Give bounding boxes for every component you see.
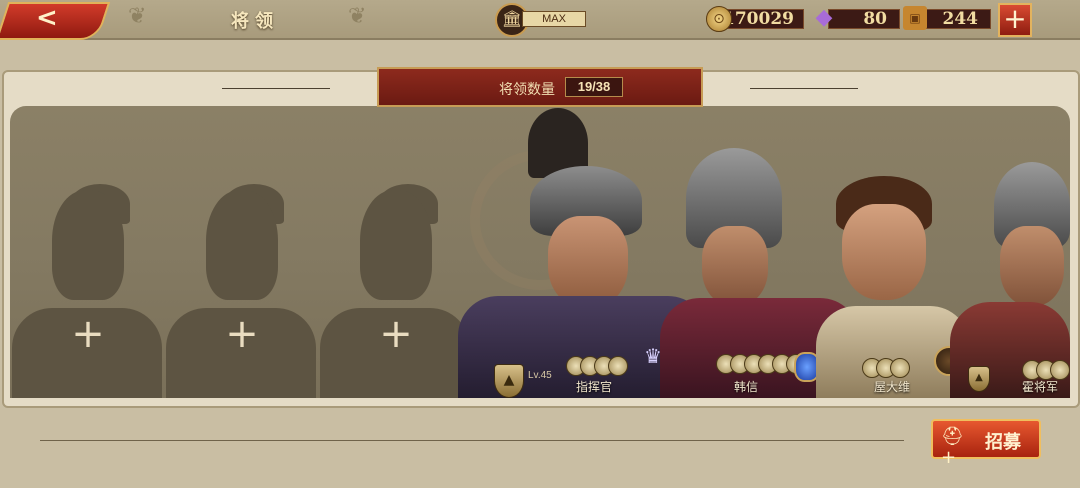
general-name: 韩信 [734, 380, 759, 394]
general-name: 指挥官 [576, 380, 613, 394]
roster-panel: + + + ▲ Lv.45 ♛ 指挥官 韩信 屋大维 ▲ 霍将军 [10, 106, 1070, 398]
gem-icon: ◆ [815, 5, 833, 30]
helmet-plus-icon: ⛑+ [941, 426, 964, 468]
recruit-label: 招募 [985, 432, 1021, 453]
general-count-value: 19/38 [565, 77, 623, 97]
star-coins [566, 356, 628, 378]
general-card-huo[interactable]: ▲ 霍将军 [950, 162, 1070, 398]
silhouette-head [52, 190, 124, 300]
recruit-button[interactable]: ⛑+ 招募 [931, 419, 1041, 468]
crate-icon: ▣ [903, 6, 927, 30]
divider-left [222, 88, 330, 89]
general-count-label: 将领数量 [499, 81, 555, 97]
general-face [842, 204, 926, 300]
add-general-icon[interactable]: + [222, 314, 262, 354]
gold-value: 170029 [722, 9, 804, 29]
general-name: 屋大维 [874, 380, 911, 394]
silhouette-head [360, 190, 432, 300]
crate-value: 244 [919, 9, 991, 29]
empty-slot-2[interactable]: + [166, 184, 316, 398]
top-bar: < ❦ 将领 ❦ 🏛 MAX ⊙ 170029 ◆ 80 ▣ 244 + [0, 0, 1080, 40]
bottom-divider [40, 440, 904, 441]
divider-right [750, 88, 858, 89]
laurel-right-icon: ❦ [348, 4, 367, 29]
gold-resource: ⊙ 170029 [706, 6, 804, 32]
add-general-icon[interactable]: + [376, 314, 416, 354]
star-coins [862, 358, 910, 380]
add-general-icon[interactable]: + [68, 314, 108, 354]
crate-resource: ▣ 244 [903, 6, 991, 30]
general-face [1000, 226, 1064, 306]
rank-shield-icon: ▲ [494, 364, 524, 398]
general-name: 霍将军 [1022, 380, 1059, 394]
coin-icon: ⊙ [706, 6, 732, 32]
general-card-octavian[interactable]: 屋大维 [810, 176, 970, 398]
general-count-banner: 将领数量 19/38 [377, 67, 703, 107]
star-coins [716, 354, 806, 376]
gem-resource: ◆ 80 [812, 5, 900, 30]
silhouette-head [206, 190, 278, 300]
rank-shield-icon: ▲ [968, 366, 990, 392]
back-arrow-icon[interactable]: < [36, 3, 58, 33]
general-face [702, 226, 768, 306]
general-face [548, 216, 628, 308]
page-title: 将领 [231, 11, 279, 32]
building-level-bar: MAX [522, 11, 586, 27]
gem-value: 80 [828, 9, 900, 29]
add-resource-button[interactable]: + [998, 3, 1032, 37]
laurel-left-icon: ❦ [128, 4, 147, 29]
empty-slot-1[interactable]: + [12, 184, 162, 398]
general-level: Lv.45 [528, 370, 552, 381]
